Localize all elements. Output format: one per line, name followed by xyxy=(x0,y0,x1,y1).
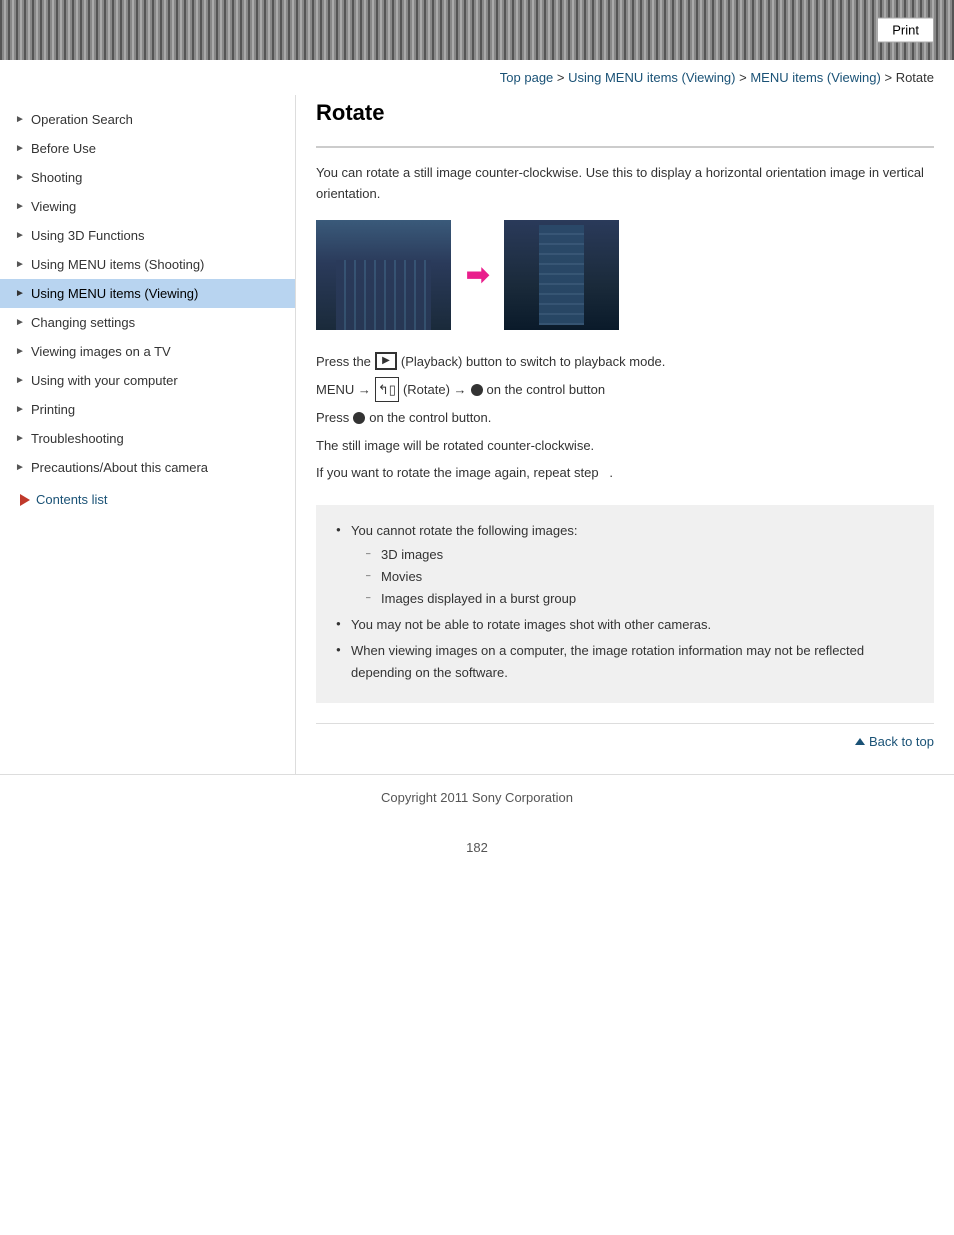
image-section: ➡ xyxy=(316,220,934,330)
sidebar-item-viewing[interactable]: ► Viewing xyxy=(0,192,295,221)
note-1-text: You cannot rotate the following images: xyxy=(351,523,577,538)
print-button[interactable]: Print xyxy=(877,18,934,43)
notes-box: You cannot rotate the following images: … xyxy=(316,505,934,704)
sidebar-label-before-use: Before Use xyxy=(31,141,96,156)
sidebar-arrow-precautions: ► xyxy=(15,462,25,473)
circle-icon-step2 xyxy=(471,384,483,396)
step1-after: (Playback) button to switch to playback … xyxy=(401,350,665,373)
sidebar-arrow-shooting: ► xyxy=(15,172,25,183)
sidebar-arrow-using-menu-viewing: ► xyxy=(15,288,25,299)
sidebar-label-shooting: Shooting xyxy=(31,170,82,185)
sidebar-label-using-menu-viewing: Using MENU items (Viewing) xyxy=(31,286,198,301)
sidebar-label-viewing-tv: Viewing images on a TV xyxy=(31,344,171,359)
step2-after: on the control button xyxy=(487,378,606,401)
playback-icon: ▶ xyxy=(375,352,397,370)
breadcrumb-link2[interactable]: MENU items (Viewing) xyxy=(750,70,881,85)
page-title-section: Rotate xyxy=(316,100,934,148)
step4-text: The still image will be rotated counter-… xyxy=(316,434,594,457)
description: You can rotate a still image counter-clo… xyxy=(316,163,934,205)
back-to-top-triangle-icon xyxy=(855,738,865,745)
main-layout: ► Operation Search ► Before Use ► Shooting ► Vi… xyxy=(0,95,954,774)
page-title: Rotate xyxy=(316,100,934,126)
step2-menu: MENU → xyxy=(316,378,371,401)
sidebar-arrow-using-computer: ► xyxy=(15,375,25,386)
sidebar-item-using-3d[interactable]: ► Using 3D Functions xyxy=(0,221,295,250)
arrow-pink-icon: ➡ xyxy=(466,258,489,291)
sidebar-item-operation-search[interactable]: ► Operation Search xyxy=(0,105,295,134)
sidebar-item-precautions[interactable]: ► Precautions/About this camera xyxy=(0,453,295,482)
breadcrumb-sep2: > xyxy=(739,70,750,85)
notes-list: You cannot rotate the following images: … xyxy=(336,520,914,685)
step-4: The still image will be rotated counter-… xyxy=(316,434,934,457)
image-vertical xyxy=(504,220,619,330)
page-number: 182 xyxy=(0,820,954,875)
step5-text: If you want to rotate the image again, r… xyxy=(316,461,613,484)
note-item-1: You cannot rotate the following images: … xyxy=(336,520,914,610)
breadcrumb-sep3: > xyxy=(884,70,895,85)
copyright-text: Copyright 2011 Sony Corporation xyxy=(381,790,573,805)
footer: Copyright 2011 Sony Corporation xyxy=(0,774,954,820)
breadcrumb-link1[interactable]: Using MENU items (Viewing) xyxy=(568,70,735,85)
back-to-top-label: Back to top xyxy=(869,734,934,749)
sidebar-label-troubleshooting: Troubleshooting xyxy=(31,431,124,446)
sidebar-arrow-printing: ► xyxy=(15,404,25,415)
step-2: MENU → ↰▯ (Rotate) → on the control butt… xyxy=(316,377,934,402)
sidebar-arrow-using-menu-shooting: ► xyxy=(15,259,25,270)
breadcrumb-sep1: > xyxy=(557,70,568,85)
note-1-sub-3: Images displayed in a burst group xyxy=(366,588,914,610)
circle-icon-step3 xyxy=(353,412,365,424)
step1-before: Press the xyxy=(316,350,371,373)
step3-after: on the control button. xyxy=(369,406,491,429)
sidebar-arrow-changing-settings: ► xyxy=(15,317,25,328)
arrow-right-icon xyxy=(20,494,30,506)
sidebar-label-printing: Printing xyxy=(31,402,75,417)
breadcrumb-current: Rotate xyxy=(896,70,934,85)
note-item-2: You may not be able to rotate images sho… xyxy=(336,614,914,636)
sidebar-arrow-viewing-tv: ► xyxy=(15,346,25,357)
sidebar-arrow-before-use: ► xyxy=(15,143,25,154)
content-area: Rotate You can rotate a still image coun… xyxy=(295,95,954,774)
sidebar: ► Operation Search ► Before Use ► Shooting ► Vi… xyxy=(0,95,295,774)
note-1-sub-1: 3D images xyxy=(366,544,914,566)
sidebar-item-viewing-tv[interactable]: ► Viewing images on a TV xyxy=(0,337,295,366)
contents-list-link[interactable]: Contents list xyxy=(0,482,295,517)
breadcrumb-top-link[interactable]: Top page xyxy=(500,70,554,85)
back-to-top-link[interactable]: Back to top xyxy=(855,734,934,749)
sidebar-label-changing-settings: Changing settings xyxy=(31,315,135,330)
contents-list-label: Contents list xyxy=(36,492,108,507)
rotate-icon: ↰▯ xyxy=(375,377,399,402)
sidebar-arrow-operation-search: ► xyxy=(15,114,25,125)
step-5: If you want to rotate the image again, r… xyxy=(316,461,934,484)
note-1-sub-2: Movies xyxy=(366,566,914,588)
note-1-sublist: 3D images Movies Images displayed in a b… xyxy=(351,544,914,610)
header-bar: Print xyxy=(0,0,954,60)
steps-section: Press the ▶ (Playback) button to switch … xyxy=(316,350,934,485)
sidebar-arrow-troubleshooting: ► xyxy=(15,433,25,444)
sidebar-arrow-viewing: ► xyxy=(15,201,25,212)
sidebar-label-viewing: Viewing xyxy=(31,199,76,214)
step-3: Press on the control button. xyxy=(316,406,934,429)
image-horizontal xyxy=(316,220,451,330)
sidebar-label-precautions: Precautions/About this camera xyxy=(31,460,208,475)
sidebar-item-printing[interactable]: ► Printing xyxy=(0,395,295,424)
sidebar-label-using-3d: Using 3D Functions xyxy=(31,228,144,243)
sidebar-label-operation-search: Operation Search xyxy=(31,112,133,127)
sidebar-item-using-computer[interactable]: ► Using with your computer xyxy=(0,366,295,395)
back-to-top-bar: Back to top xyxy=(316,723,934,754)
sidebar-item-shooting[interactable]: ► Shooting xyxy=(0,163,295,192)
step-1: Press the ▶ (Playback) button to switch … xyxy=(316,350,934,373)
sidebar-label-using-computer: Using with your computer xyxy=(31,373,178,388)
step3-before: Press xyxy=(316,406,349,429)
sidebar-label-using-menu-shooting: Using MENU items (Shooting) xyxy=(31,257,204,272)
breadcrumb: Top page > Using MENU items (Viewing) > … xyxy=(0,60,954,95)
sidebar-item-using-menu-shooting[interactable]: ► Using MENU items (Shooting) xyxy=(0,250,295,279)
sidebar-item-before-use[interactable]: ► Before Use xyxy=(0,134,295,163)
sidebar-arrow-using-3d: ► xyxy=(15,230,25,241)
sidebar-item-changing-settings[interactable]: ► Changing settings xyxy=(0,308,295,337)
sidebar-item-using-menu-viewing[interactable]: ► Using MENU items (Viewing) xyxy=(0,279,295,308)
step2-rotate: (Rotate) → xyxy=(403,378,467,401)
sidebar-item-troubleshooting[interactable]: ► Troubleshooting xyxy=(0,424,295,453)
note-item-3: When viewing images on a computer, the i… xyxy=(336,640,914,684)
